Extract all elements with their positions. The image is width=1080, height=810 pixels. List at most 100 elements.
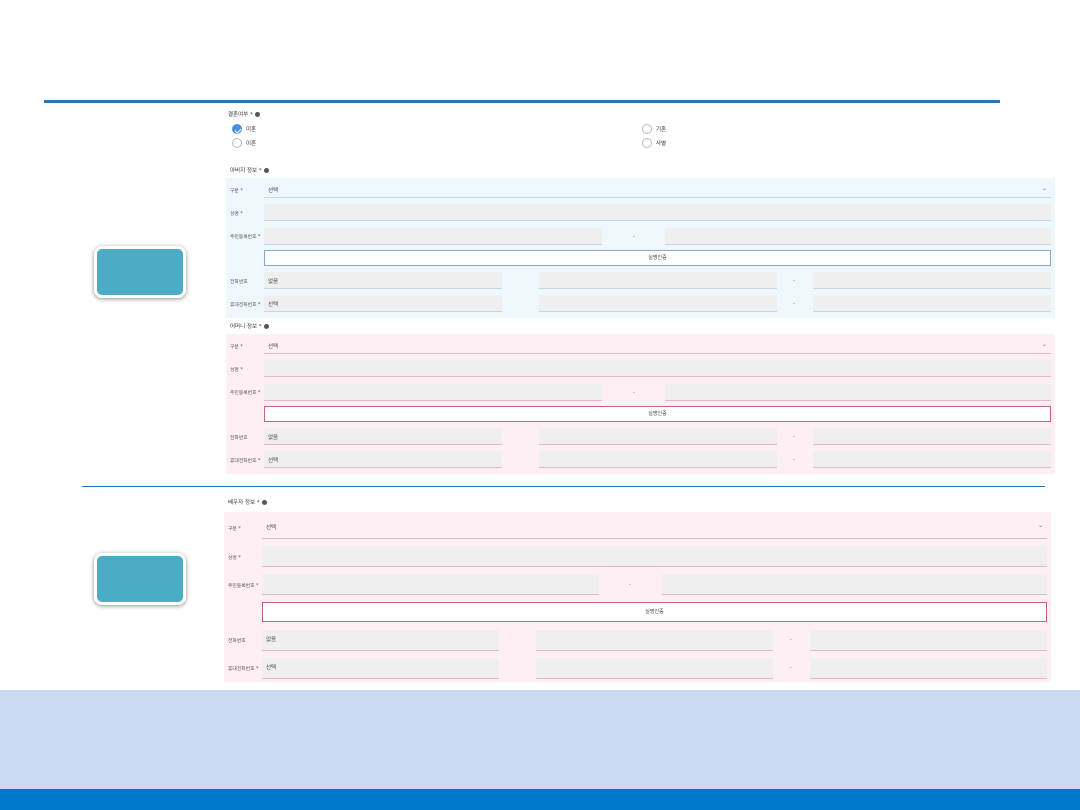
father-title-text: 아버지 정보 * (230, 168, 262, 174)
spouse-phone-last-input[interactable] (810, 630, 1047, 651)
radio-married[interactable]: 기혼 (642, 124, 666, 134)
father-mobile-mid-input[interactable] (539, 295, 777, 312)
spouse-rrn-front-input[interactable] (262, 574, 599, 595)
spouse-auth-label: 실명인증 (645, 609, 664, 615)
top-divider (44, 100, 1000, 103)
radio-widowed-label: 사별 (656, 141, 667, 147)
spouse-name-input[interactable] (262, 546, 1047, 567)
father-mobile-label: 휴대전화번호 * (230, 303, 261, 308)
mother-auth-label: 실명인증 (648, 411, 667, 417)
mother-phone-last-input[interactable] (813, 428, 1051, 445)
mother-type-value: 선택 (268, 344, 279, 350)
mother-phone-mid-input[interactable] (539, 428, 777, 445)
father-type-select[interactable]: 선택 ⌄ (264, 181, 1051, 198)
middle-divider (82, 486, 1045, 487)
father-rrn-front-input[interactable] (264, 228, 602, 245)
mother-type-select[interactable]: 선택 ⌄ (264, 337, 1051, 354)
mother-mobile-prefix-select[interactable]: 선택 (264, 451, 502, 468)
father-phone-area-select[interactable]: 없음 (264, 272, 502, 289)
info-icon (263, 168, 269, 173)
mother-mobile-mid-input[interactable] (539, 451, 777, 468)
marital-title-text: 결혼여부 * (228, 112, 253, 118)
mother-mobile-dash: - (793, 457, 795, 463)
mother-rrn-label: 주민등록번호 * (230, 391, 261, 396)
spouse-mobile-dash: - (790, 665, 792, 671)
teal-callout-button-2[interactable] (94, 553, 186, 605)
mother-block: 구분 * 선택 ⌄ 성명 * 주민등록번호 * - 실명인증 전화번호 없음 -… (226, 334, 1055, 474)
father-type-label: 구분 * (230, 189, 243, 194)
spouse-mobile-prefix-select[interactable]: 선택 (262, 658, 499, 679)
chevron-down-icon: ⌄ (1041, 185, 1047, 192)
bottom-bar (0, 789, 1080, 810)
spouse-mobile-label: 휴대전화번호 * (228, 667, 259, 672)
radio-divorced[interactable]: 이혼 (232, 138, 256, 148)
mother-rrn-back-input[interactable] (665, 384, 1051, 401)
radio-unchecked-icon (642, 138, 652, 148)
father-phone-last-input[interactable] (813, 272, 1051, 289)
mother-mobile-last-input[interactable] (813, 451, 1051, 468)
teal-callout-button-1[interactable] (94, 246, 186, 298)
spouse-phone-mid-input[interactable] (536, 630, 773, 651)
radio-unchecked-icon (642, 124, 652, 134)
father-mobile-dash: - (793, 301, 795, 307)
radio-married-label: 기혼 (656, 127, 667, 133)
mother-rrn-front-input[interactable] (264, 384, 602, 401)
radio-widowed[interactable]: 사별 (642, 138, 666, 148)
father-rrn-label: 주민등록번호 * (230, 235, 261, 240)
father-mobile-last-input[interactable] (813, 295, 1051, 312)
radio-single-label: 미혼 (246, 127, 257, 133)
spouse-mobile-mid-input[interactable] (536, 658, 773, 679)
spouse-auth-button[interactable]: 실명인증 (262, 602, 1047, 622)
info-icon (263, 324, 269, 329)
spouse-name-label: 성명 * (228, 556, 241, 561)
spouse-title-text: 배우자 정보 * (228, 500, 260, 506)
spouse-block: 구분 * 선택 ⌄ 성명 * 주민등록번호 * - 실명인증 전화번호 없음 -… (224, 512, 1051, 682)
father-rrn-dash: - (633, 234, 635, 240)
spouse-type-value: 선택 (266, 525, 277, 531)
spouse-rrn-dash: - (629, 582, 631, 588)
spouse-type-label: 구분 * (228, 527, 241, 532)
father-type-value: 선택 (268, 188, 279, 194)
mother-title-text: 어머니 정보 * (230, 324, 262, 330)
radio-divorced-label: 이혼 (246, 141, 257, 147)
father-auth-button[interactable]: 실명인증 (264, 250, 1051, 266)
father-phone-dash: - (793, 278, 795, 284)
chevron-down-icon: ⌄ (1037, 522, 1043, 529)
spouse-section-title: 배우자 정보 * (228, 498, 267, 506)
spouse-phone-value: 없음 (266, 637, 277, 643)
spouse-rrn-label: 주민등록번호 * (228, 584, 259, 589)
father-name-input[interactable] (264, 204, 1051, 221)
mother-rrn-dash: - (633, 390, 635, 396)
mother-name-label: 성명 * (230, 368, 243, 373)
mother-type-label: 구분 * (230, 345, 243, 350)
mother-name-input[interactable] (264, 360, 1051, 377)
mother-mobile-value: 선택 (268, 458, 279, 464)
mother-phone-area-select[interactable]: 없음 (264, 428, 502, 445)
mother-section-title: 어머니 정보 * (230, 322, 269, 330)
father-rrn-back-input[interactable] (665, 228, 1051, 245)
spouse-type-select[interactable]: 선택 ⌄ (262, 518, 1047, 539)
radio-unchecked-icon (232, 138, 242, 148)
bottom-band (0, 690, 1080, 790)
spouse-phone-dash: - (790, 637, 792, 643)
info-icon (261, 500, 267, 505)
mother-phone-label: 전화번호 (230, 436, 248, 441)
father-phone-mid-input[interactable] (539, 272, 777, 289)
spouse-phone-area-select[interactable]: 없음 (262, 630, 499, 651)
marital-section-title: 결혼여부 * (228, 110, 260, 118)
father-mobile-prefix-select[interactable]: 선택 (264, 295, 502, 312)
mother-mobile-label: 휴대전화번호 * (230, 459, 261, 464)
father-mobile-value: 선택 (268, 302, 279, 308)
radio-checked-icon (232, 124, 242, 134)
father-auth-label: 실명인증 (648, 255, 667, 261)
slide: 결혼여부 * 미혼 기혼 이혼 사별 아버지 정보 * 구분 * 선택 ⌄ 성명… (0, 0, 1080, 810)
spouse-rrn-back-input[interactable] (662, 574, 1047, 595)
mother-phone-value: 없음 (268, 435, 279, 441)
radio-single[interactable]: 미혼 (232, 124, 256, 134)
father-section-title: 아버지 정보 * (230, 166, 269, 174)
chevron-down-icon: ⌄ (1041, 341, 1047, 348)
spouse-mobile-last-input[interactable] (810, 658, 1047, 679)
father-name-label: 성명 * (230, 212, 243, 217)
mother-auth-button[interactable]: 실명인증 (264, 406, 1051, 422)
father-block: 구분 * 선택 ⌄ 성명 * 주민등록번호 * - 실명인증 전화번호 없음 -… (226, 178, 1055, 318)
